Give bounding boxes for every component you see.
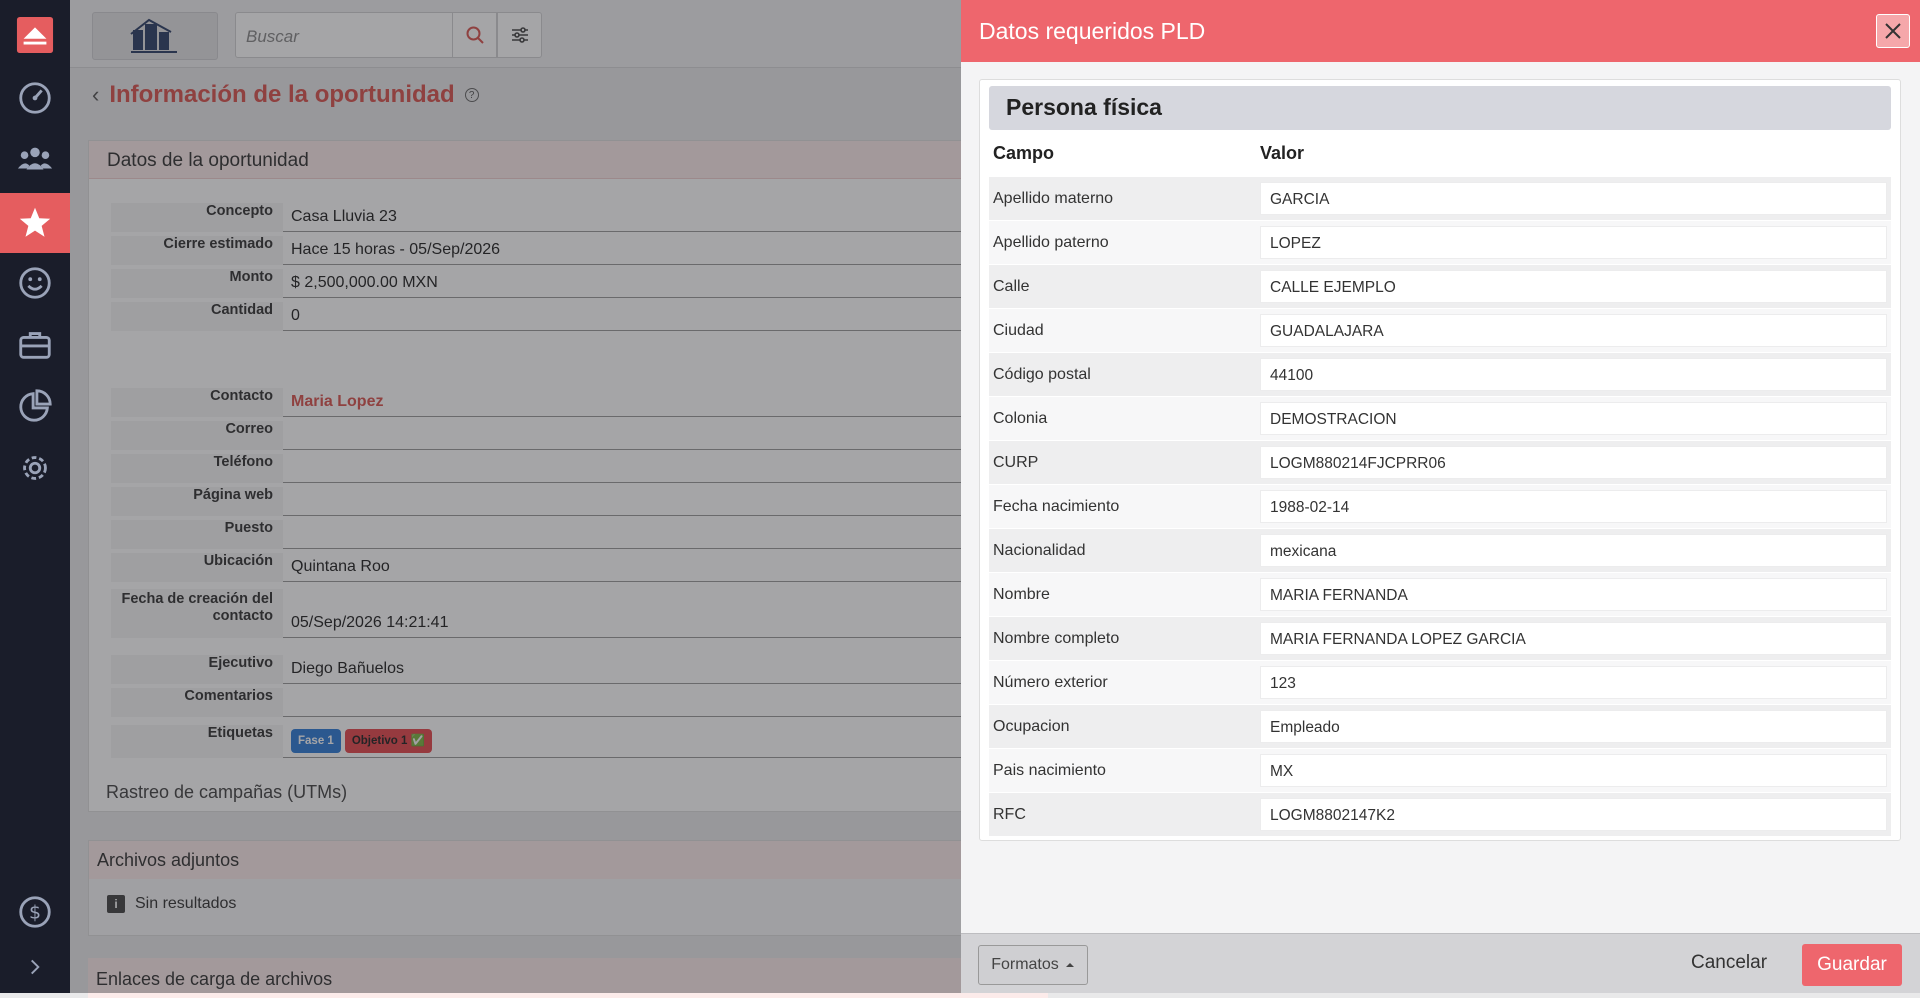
table-row: Calle CALLE EJEMPLO (989, 264, 1891, 308)
row-value-input[interactable]: MARIA FERNANDA LOPEZ GARCIA (1260, 622, 1887, 655)
table-row: Número exterior 123 (989, 660, 1891, 704)
caret-up-icon (1065, 963, 1074, 967)
sidebar: $ (0, 0, 70, 993)
column-header: Campo (993, 142, 1055, 163)
close-icon (1885, 23, 1901, 39)
row-value-input[interactable]: 1988-02-14 (1260, 490, 1887, 523)
sidebar-item-tools[interactable] (0, 315, 70, 375)
formats-label: Formatos (991, 956, 1059, 973)
smile-icon (19, 267, 51, 299)
pld-panel: Datos requeridos PLD Persona física Camp… (961, 0, 1920, 993)
row-value-input[interactable]: GUADALAJARA (1260, 314, 1887, 347)
row-label: Colonia (993, 409, 1048, 427)
row-value-input[interactable]: CALLE EJEMPLO (1260, 270, 1887, 303)
row-value-input[interactable]: LOPEZ (1260, 226, 1887, 259)
table-row: Fecha nacimiento 1988-02-14 (989, 484, 1891, 528)
row-value-input[interactable]: GARCIA (1260, 182, 1887, 215)
table-row: Apellido paterno LOPEZ (989, 220, 1891, 264)
sidebar-item-dashboard[interactable] (0, 68, 70, 128)
svg-text:$: $ (29, 902, 41, 924)
sidebar-item-clients[interactable] (0, 253, 70, 313)
star-icon (19, 207, 51, 237)
pld-card: Persona física Campo Valor Apellido mate… (979, 79, 1901, 841)
table-row: RFC LOGM8802147K2 (989, 792, 1891, 836)
modal-backdrop[interactable] (70, 0, 961, 993)
table-row: Pais nacimiento MX (989, 748, 1891, 792)
upload-button[interactable] (0, 5, 70, 65)
table-row: Código postal 44100 (989, 352, 1891, 396)
sidebar-item-settings[interactable] (0, 438, 70, 498)
cancel-button[interactable]: Cancelar (1691, 952, 1767, 974)
table-row: Ciudad GUADALAJARA (989, 308, 1891, 352)
users-icon (17, 147, 53, 170)
table-row: Nombre MARIA FERNANDA (989, 572, 1891, 616)
row-value-input[interactable]: DEMOSTRACION (1260, 402, 1887, 435)
table-row: Ocupacion Empleado (989, 704, 1891, 748)
row-value-input[interactable]: LOGM8802147K2 (1260, 798, 1887, 831)
row-value-input[interactable]: Empleado (1260, 710, 1887, 743)
table-header: Campo Valor (989, 130, 1891, 176)
row-label: Código postal (993, 365, 1091, 383)
sidebar-item-contacts[interactable] (0, 129, 70, 189)
row-value-input[interactable]: 123 (1260, 666, 1887, 699)
row-value-input[interactable]: LOGM880214FJCPRR06 (1260, 446, 1887, 479)
row-label: Número exterior (993, 673, 1108, 691)
row-label: Nombre completo (993, 629, 1120, 647)
row-label: Ciudad (993, 321, 1044, 339)
dashboard-gauge-icon (19, 82, 51, 114)
panel-footer: Formatos Cancelar Guardar (961, 933, 1920, 993)
row-label: Nombre (993, 585, 1050, 603)
close-button[interactable] (1876, 14, 1910, 48)
sidebar-expand-button[interactable] (0, 937, 70, 997)
sidebar-item-reports[interactable] (0, 376, 70, 436)
sidebar-item-opportunities[interactable] (0, 193, 70, 253)
row-label: Ocupacion (993, 717, 1070, 735)
table-row: Apellido materno GARCIA (989, 176, 1891, 220)
table-row: Nombre completo MARIA FERNANDA LOPEZ GARC… (989, 616, 1891, 660)
table-row: Colonia DEMOSTRACION (989, 396, 1891, 440)
row-label: Pais nacimiento (993, 761, 1106, 779)
save-button[interactable]: Guardar (1802, 944, 1902, 986)
dollar-icon: $ (19, 896, 51, 928)
table-row: Nacionalidad mexicana (989, 528, 1891, 572)
pie-chart-icon (19, 389, 52, 422)
row-value-input[interactable]: 44100 (1260, 358, 1887, 391)
row-label: RFC (993, 805, 1026, 823)
row-label: Nacionalidad (993, 541, 1086, 559)
gear-icon (23, 456, 47, 480)
row-value-input[interactable]: mexicana (1260, 534, 1887, 567)
panel-header: Datos requeridos PLD (961, 0, 1920, 62)
section-title: Persona física (989, 86, 1891, 130)
pld-table: Apellido materno GARCIA Apellido paterno L… (989, 176, 1891, 836)
upload-icon (16, 16, 54, 54)
sidebar-item-billing[interactable]: $ (0, 882, 70, 942)
chevron-right-icon (31, 959, 40, 975)
row-label: CURP (993, 453, 1039, 471)
row-value-input[interactable]: MARIA FERNANDA (1260, 578, 1887, 611)
panel-title: Datos requeridos PLD (979, 17, 1206, 44)
formats-dropdown-button[interactable]: Formatos (978, 945, 1088, 985)
table-row: CURP LOGM880214FJCPRR06 (989, 440, 1891, 484)
column-header: Valor (1260, 142, 1305, 163)
row-label: Fecha nacimiento (993, 497, 1120, 515)
briefcase-icon (19, 332, 51, 359)
row-value-input[interactable]: MX (1260, 754, 1887, 787)
row-label: Apellido paterno (993, 233, 1109, 251)
row-label: Apellido materno (993, 189, 1114, 207)
row-label: Calle (993, 277, 1030, 295)
